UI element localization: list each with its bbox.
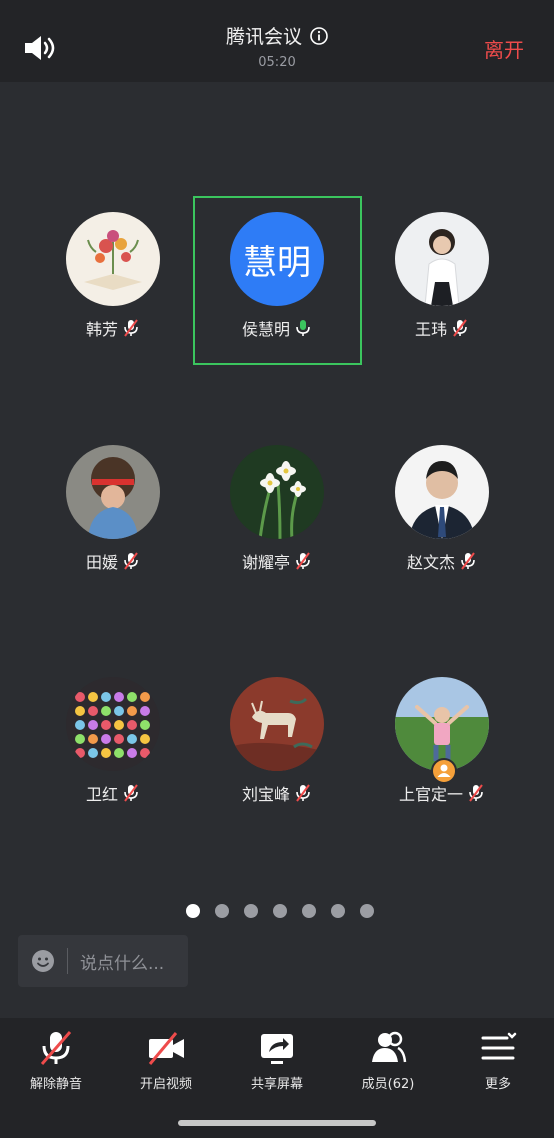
participant-tile[interactable]: 王玮 <box>358 180 526 350</box>
avatar <box>395 677 489 771</box>
mic-muted-icon <box>461 552 475 570</box>
share-screen-icon <box>261 1034 293 1064</box>
participant-name: 赵文杰 <box>406 553 455 572</box>
avatar <box>395 212 489 306</box>
tool-label: 解除静音 <box>29 1077 82 1092</box>
mic-muted-icon <box>124 784 138 802</box>
tool-label: 成员(62) <box>361 1077 415 1092</box>
avatar <box>66 677 160 771</box>
meeting-timer: 05:20 <box>258 55 296 70</box>
tool-label: 更多 <box>484 1077 511 1092</box>
mic-muted-icon <box>296 784 310 802</box>
participant-name: 谢耀亭 <box>241 553 290 572</box>
share-screen-button[interactable]: 共享屏幕 <box>222 1028 332 1092</box>
participant-tile[interactable]: 慧明 侯慧明 <box>193 180 361 350</box>
mic-muted-icon <box>124 319 138 337</box>
chat-input[interactable]: 说点什么... <box>18 935 188 987</box>
page-dot[interactable] <box>186 904 200 918</box>
meeting-title: 腾讯会议 <box>225 26 302 48</box>
avatar <box>230 677 324 771</box>
participant-name: 侯慧明 <box>241 320 290 339</box>
more-button[interactable]: 更多 <box>443 1028 553 1092</box>
avatar <box>66 445 160 539</box>
mic-active-icon <box>296 320 310 336</box>
tool-label: 共享屏幕 <box>250 1077 303 1092</box>
avatar <box>66 212 160 306</box>
page-dot[interactable] <box>215 904 229 918</box>
emoji-icon[interactable] <box>31 949 55 973</box>
page-dot[interactable] <box>331 904 345 918</box>
avatar <box>230 445 324 539</box>
mic-muted-icon <box>453 319 467 337</box>
participant-tile[interactable]: 刘宝峰 <box>193 645 361 815</box>
mic-muted-icon <box>40 1031 72 1065</box>
top-bar: 腾讯会议 05:20 离开 <box>0 0 554 82</box>
unmute-button[interactable]: 解除静音 <box>1 1028 111 1092</box>
participant-name: 卫红 <box>85 785 118 804</box>
avatar: 慧明 <box>230 212 324 306</box>
start-video-button[interactable]: 开启视频 <box>111 1028 221 1092</box>
mic-muted-icon <box>296 552 310 570</box>
participant-tile[interactable]: 赵文杰 <box>358 413 526 583</box>
mic-muted-icon <box>124 552 138 570</box>
home-indicator[interactable] <box>178 1120 376 1126</box>
avatar <box>395 445 489 539</box>
page-dot[interactable] <box>273 904 287 918</box>
participant-name: 韩芳 <box>85 320 118 339</box>
menu-icon <box>481 1032 517 1060</box>
participant-tile[interactable]: 谢耀亭 <box>193 413 361 583</box>
info-icon[interactable] <box>310 26 328 45</box>
page-dot[interactable] <box>360 904 374 918</box>
members-icon <box>372 1031 407 1063</box>
page-dot[interactable] <box>244 904 258 918</box>
participant-tile[interactable]: 田媛 <box>29 413 197 583</box>
leave-button[interactable]: 离开 <box>484 34 524 63</box>
mic-muted-icon <box>469 784 483 802</box>
participant-name: 王玮 <box>414 320 447 339</box>
page-dot[interactable] <box>302 904 316 918</box>
members-button[interactable]: 成员(62) <box>333 1028 443 1092</box>
participant-tile[interactable]: 卫红 <box>29 645 197 815</box>
participant-tile[interactable]: 上官定一 <box>358 645 526 815</box>
chat-placeholder: 说点什么... <box>80 953 165 974</box>
participant-name: 上官定一 <box>398 785 463 804</box>
participant-grid: 韩芳 慧明 侯慧明 王玮 田媛 谢耀亭 赵文杰 卫红 刘宝峰 上官定一 <box>0 180 554 870</box>
video-off-icon <box>148 1032 184 1065</box>
participant-name: 刘宝峰 <box>241 785 290 804</box>
participant-name: 田媛 <box>85 553 118 572</box>
tool-label: 开启视频 <box>139 1077 192 1092</box>
page-indicator[interactable] <box>186 904 374 918</box>
chat-divider <box>67 948 68 974</box>
participant-tile[interactable]: 韩芳 <box>29 180 197 350</box>
